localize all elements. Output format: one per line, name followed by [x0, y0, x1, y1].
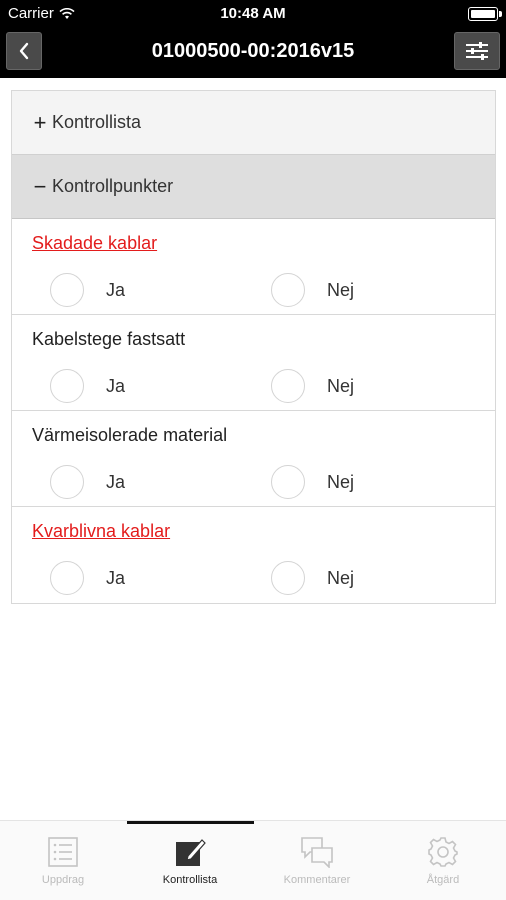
option-label: Nej: [327, 471, 355, 492]
option-label: Nej: [327, 567, 355, 588]
option-ja[interactable]: Ja: [50, 369, 125, 403]
option-label: Ja: [106, 567, 126, 588]
radio-button[interactable]: [271, 273, 305, 307]
section-kontrollpunkter[interactable]: − Kontrollpunkter: [12, 155, 495, 219]
status-time: 10:48 AM: [220, 5, 286, 22]
navigation-bar: 01000500-00:2016v15: [0, 28, 506, 78]
tab-label: Åtgärd: [426, 874, 460, 886]
section-label: Kontrollista: [52, 112, 142, 132]
question-skadade-kablar: Skadade kablar Ja Nej: [12, 219, 495, 315]
option-ja[interactable]: Ja: [50, 273, 125, 307]
edit-icon: [173, 835, 207, 869]
radio-button[interactable]: [50, 561, 84, 595]
option-nej[interactable]: Nej: [271, 465, 354, 499]
tab-kommentarer[interactable]: Kommentarer: [254, 821, 380, 900]
list-icon: [46, 835, 80, 869]
question-label[interactable]: Skadade kablar: [32, 233, 157, 254]
chat-bubbles-icon: [300, 835, 334, 869]
radio-button[interactable]: [271, 561, 305, 595]
tab-label: Kommentarer: [283, 874, 351, 886]
sliders-icon: [466, 42, 488, 60]
option-nej[interactable]: Nej: [271, 561, 354, 595]
radio-button[interactable]: [50, 369, 84, 403]
tab-label: Uppdrag: [41, 874, 85, 886]
option-ja[interactable]: Ja: [50, 561, 125, 595]
tab-bar: Uppdrag Kontrollista Kommentarer Åtgärd: [0, 820, 506, 900]
section-label: Kontrollpunkter: [52, 176, 174, 196]
option-label: Nej: [327, 279, 355, 300]
back-button[interactable]: [6, 32, 42, 70]
question-varmeisolerade-material: Värmeisolerade material Ja Nej: [12, 411, 495, 507]
tab-label: Kontrollista: [162, 874, 218, 886]
option-nej[interactable]: Nej: [271, 273, 354, 307]
question-label[interactable]: Kvarblivna kablar: [32, 521, 170, 542]
collapse-icon: −: [33, 173, 47, 199]
chevron-left-icon: [19, 42, 29, 60]
option-nej[interactable]: Nej: [271, 369, 354, 403]
tab-kontrollista[interactable]: Kontrollista: [127, 821, 253, 900]
question-kvarblivna-kablar: Kvarblivna kablar Ja Nej: [12, 507, 495, 603]
option-label: Ja: [106, 471, 126, 492]
expand-icon: +: [33, 109, 47, 135]
gear-icon: [426, 835, 460, 869]
option-label: Ja: [106, 375, 126, 396]
question-label: Kabelstege fastsatt: [32, 329, 186, 349]
question-kabelstege-fastsatt: Kabelstege fastsatt Ja Nej: [12, 315, 495, 411]
option-ja[interactable]: Ja: [50, 465, 125, 499]
option-label: Nej: [327, 375, 355, 396]
radio-button[interactable]: [271, 465, 305, 499]
radio-button[interactable]: [50, 273, 84, 307]
section-kontrollista[interactable]: + Kontrollista: [12, 91, 495, 155]
option-label: Ja: [106, 279, 126, 300]
filter-button[interactable]: [454, 32, 500, 70]
status-bar: Carrier 10:48 AM: [0, 0, 506, 28]
tab-uppdrag[interactable]: Uppdrag: [0, 821, 126, 900]
question-label: Värmeisolerade material: [32, 425, 228, 445]
checklist-panel: + Kontrollista − Kontrollpunkter Skadade…: [11, 90, 496, 604]
page-title: 01000500-00:2016v15: [151, 40, 355, 62]
tab-atgard[interactable]: Åtgärd: [380, 821, 506, 900]
battery-icon: [468, 7, 502, 21]
radio-button[interactable]: [50, 465, 84, 499]
radio-button[interactable]: [271, 369, 305, 403]
